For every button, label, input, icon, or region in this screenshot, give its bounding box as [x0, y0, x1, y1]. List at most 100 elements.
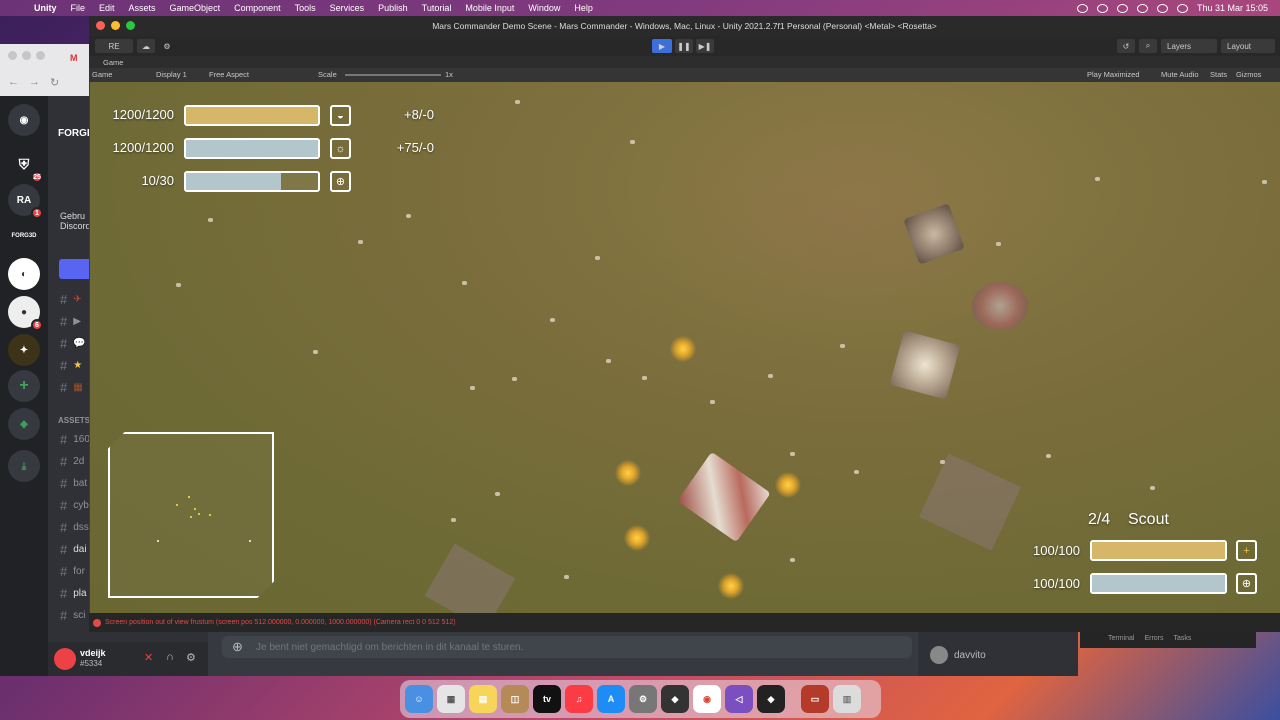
resource-node[interactable] [624, 525, 650, 551]
close-icon[interactable] [96, 21, 105, 30]
tab-errors[interactable]: Errors [1144, 635, 1163, 642]
resource-node[interactable] [775, 472, 801, 498]
member-avatar[interactable] [930, 646, 948, 664]
music-icon[interactable]: ♫ [565, 685, 593, 713]
channel-item[interactable]: # for [60, 564, 85, 579]
play-maximized-toggle[interactable]: Play Maximized [1087, 70, 1140, 79]
status-icon-1[interactable] [1076, 3, 1088, 13]
reload-icon[interactable]: ↻ [50, 76, 59, 89]
sun-icon[interactable]: ☼ [330, 138, 351, 159]
channel-item[interactable]: # ✈ [60, 292, 82, 307]
menu-component[interactable]: Component [234, 3, 281, 13]
discord-home-icon[interactable]: ◉ [8, 104, 40, 136]
account-dropdown[interactable]: RE [95, 39, 133, 53]
headphones-icon[interactable]: ∩ [166, 651, 174, 663]
play-button[interactable]: ▶ [652, 39, 672, 53]
system-preferences-icon[interactable]: ⚙ [629, 685, 657, 713]
forward-arrow-icon[interactable]: → [29, 76, 40, 89]
channel-item[interactable]: #160 [60, 432, 90, 447]
launchpad-icon[interactable]: ▦ [437, 685, 465, 713]
wifi-icon[interactable] [1136, 3, 1148, 13]
search-icon[interactable]: ⌕ [1139, 39, 1157, 53]
menu-tools[interactable]: Tools [295, 3, 316, 13]
menu-publish[interactable]: Publish [378, 3, 408, 13]
stats-toggle[interactable]: Stats [1210, 70, 1227, 79]
channel-item[interactable]: # dss [60, 520, 89, 535]
back-arrow-icon[interactable]: ← [8, 76, 19, 89]
cloud-icon[interactable]: ☁ [137, 39, 155, 53]
history-icon[interactable]: ↺ [1117, 39, 1135, 53]
channel-item[interactable]: # cyb [60, 498, 89, 513]
channel-item[interactable]: # ▦ [60, 380, 83, 395]
search-icon[interactable] [1156, 3, 1168, 13]
game-tab[interactable]: Game [89, 56, 1280, 68]
window-close-icon[interactable] [8, 51, 17, 60]
channel-item[interactable]: # ★ [60, 358, 82, 373]
resource-node[interactable] [670, 336, 696, 362]
menu-window[interactable]: Window [528, 3, 560, 13]
plus-icon[interactable]: + [1236, 540, 1257, 561]
add-attachment-icon[interactable]: ⊕ [232, 639, 243, 655]
collab-icon[interactable]: ⚙ [159, 39, 175, 53]
tv-icon[interactable]: tv [533, 685, 561, 713]
crosshair-icon[interactable]: ⊕ [1236, 573, 1257, 594]
pause-button[interactable]: ❚❚ [675, 39, 693, 53]
display-dropdown[interactable]: Display 1 [156, 70, 187, 79]
menu-clock[interactable]: Thu 31 Mar 15:05 [1197, 3, 1268, 13]
channel-item[interactable]: # 💬 [60, 336, 86, 351]
server-icon-forged[interactable]: FORG3D [8, 220, 40, 252]
unity-hub-icon[interactable]: ◆ [661, 685, 689, 713]
window-minimize-icon[interactable] [22, 51, 31, 60]
channel-item[interactable]: # ▶ [60, 314, 81, 329]
game-dropdown[interactable]: Game [92, 70, 112, 79]
menu-services[interactable]: Services [330, 3, 365, 13]
app-store-icon[interactable]: A [597, 685, 625, 713]
layers-dropdown[interactable]: Layers [1161, 39, 1217, 53]
trash-icon[interactable]: ▥ [833, 685, 861, 713]
message-input[interactable]: ⊕ Je bent niet gemachtigd om berichten i… [222, 636, 912, 658]
mute-mic-icon[interactable]: ✕ [144, 651, 153, 664]
channel-item[interactable]: # bat [60, 476, 87, 491]
enemy-building[interactable] [972, 282, 1028, 330]
channel-item[interactable]: # sci [60, 608, 85, 623]
finder-icon[interactable]: ☺ [405, 685, 433, 713]
server-icon-5[interactable]: ✦ [8, 334, 40, 366]
menu-gameobject[interactable]: GameObject [170, 3, 221, 13]
unity-icon[interactable]: ◆ [757, 685, 785, 713]
settings-gear-icon[interactable]: ⚙ [186, 651, 196, 664]
minimize-icon[interactable] [111, 21, 120, 30]
resource-node[interactable] [615, 460, 641, 486]
aspect-dropdown[interactable]: Free Aspect [209, 70, 249, 79]
menu-mobile-input[interactable]: Mobile Input [465, 3, 514, 13]
layout-dropdown[interactable]: Layout [1221, 39, 1275, 53]
coin-icon[interactable]: ◒ [330, 105, 351, 126]
status-icon-2[interactable] [1096, 3, 1108, 13]
visual-studio-icon[interactable]: ◁ [725, 685, 753, 713]
category-assets[interactable]: ASSETS [58, 416, 90, 425]
tab-tasks[interactable]: Tasks [1174, 635, 1192, 642]
channel-item[interactable]: # pla [60, 586, 87, 601]
window-zoom-icon[interactable] [36, 51, 45, 60]
channel-item[interactable]: # dai [60, 542, 87, 557]
control-center-icon[interactable] [1176, 3, 1188, 13]
scout-unit[interactable] [677, 451, 771, 543]
mute-audio-toggle[interactable]: Mute Audio [1161, 70, 1199, 79]
avatar[interactable] [54, 648, 76, 670]
tab-terminal[interactable]: Terminal [1108, 635, 1134, 642]
menu-assets[interactable]: Assets [129, 3, 156, 13]
server-icon-4[interactable]: ● 6 [8, 296, 43, 331]
menu-file[interactable]: File [71, 3, 86, 13]
maximize-icon[interactable] [126, 21, 135, 30]
menu-tutorial[interactable]: Tutorial [422, 3, 452, 13]
step-button[interactable]: ▶❚ [696, 39, 714, 53]
channel-item[interactable]: #2d [60, 454, 84, 469]
menu-app-name[interactable]: Unity [34, 3, 57, 13]
archive-icon[interactable]: ◫ [501, 685, 529, 713]
minimap[interactable] [108, 432, 274, 598]
gizmos-dropdown[interactable]: Gizmos [1236, 70, 1261, 79]
server-icon-1[interactable]: ⛨ 25 [8, 148, 43, 183]
scale-slider[interactable] [345, 74, 441, 76]
resource-node[interactable] [718, 573, 744, 599]
menu-help[interactable]: Help [574, 3, 593, 13]
add-server-icon[interactable]: + [8, 370, 40, 402]
